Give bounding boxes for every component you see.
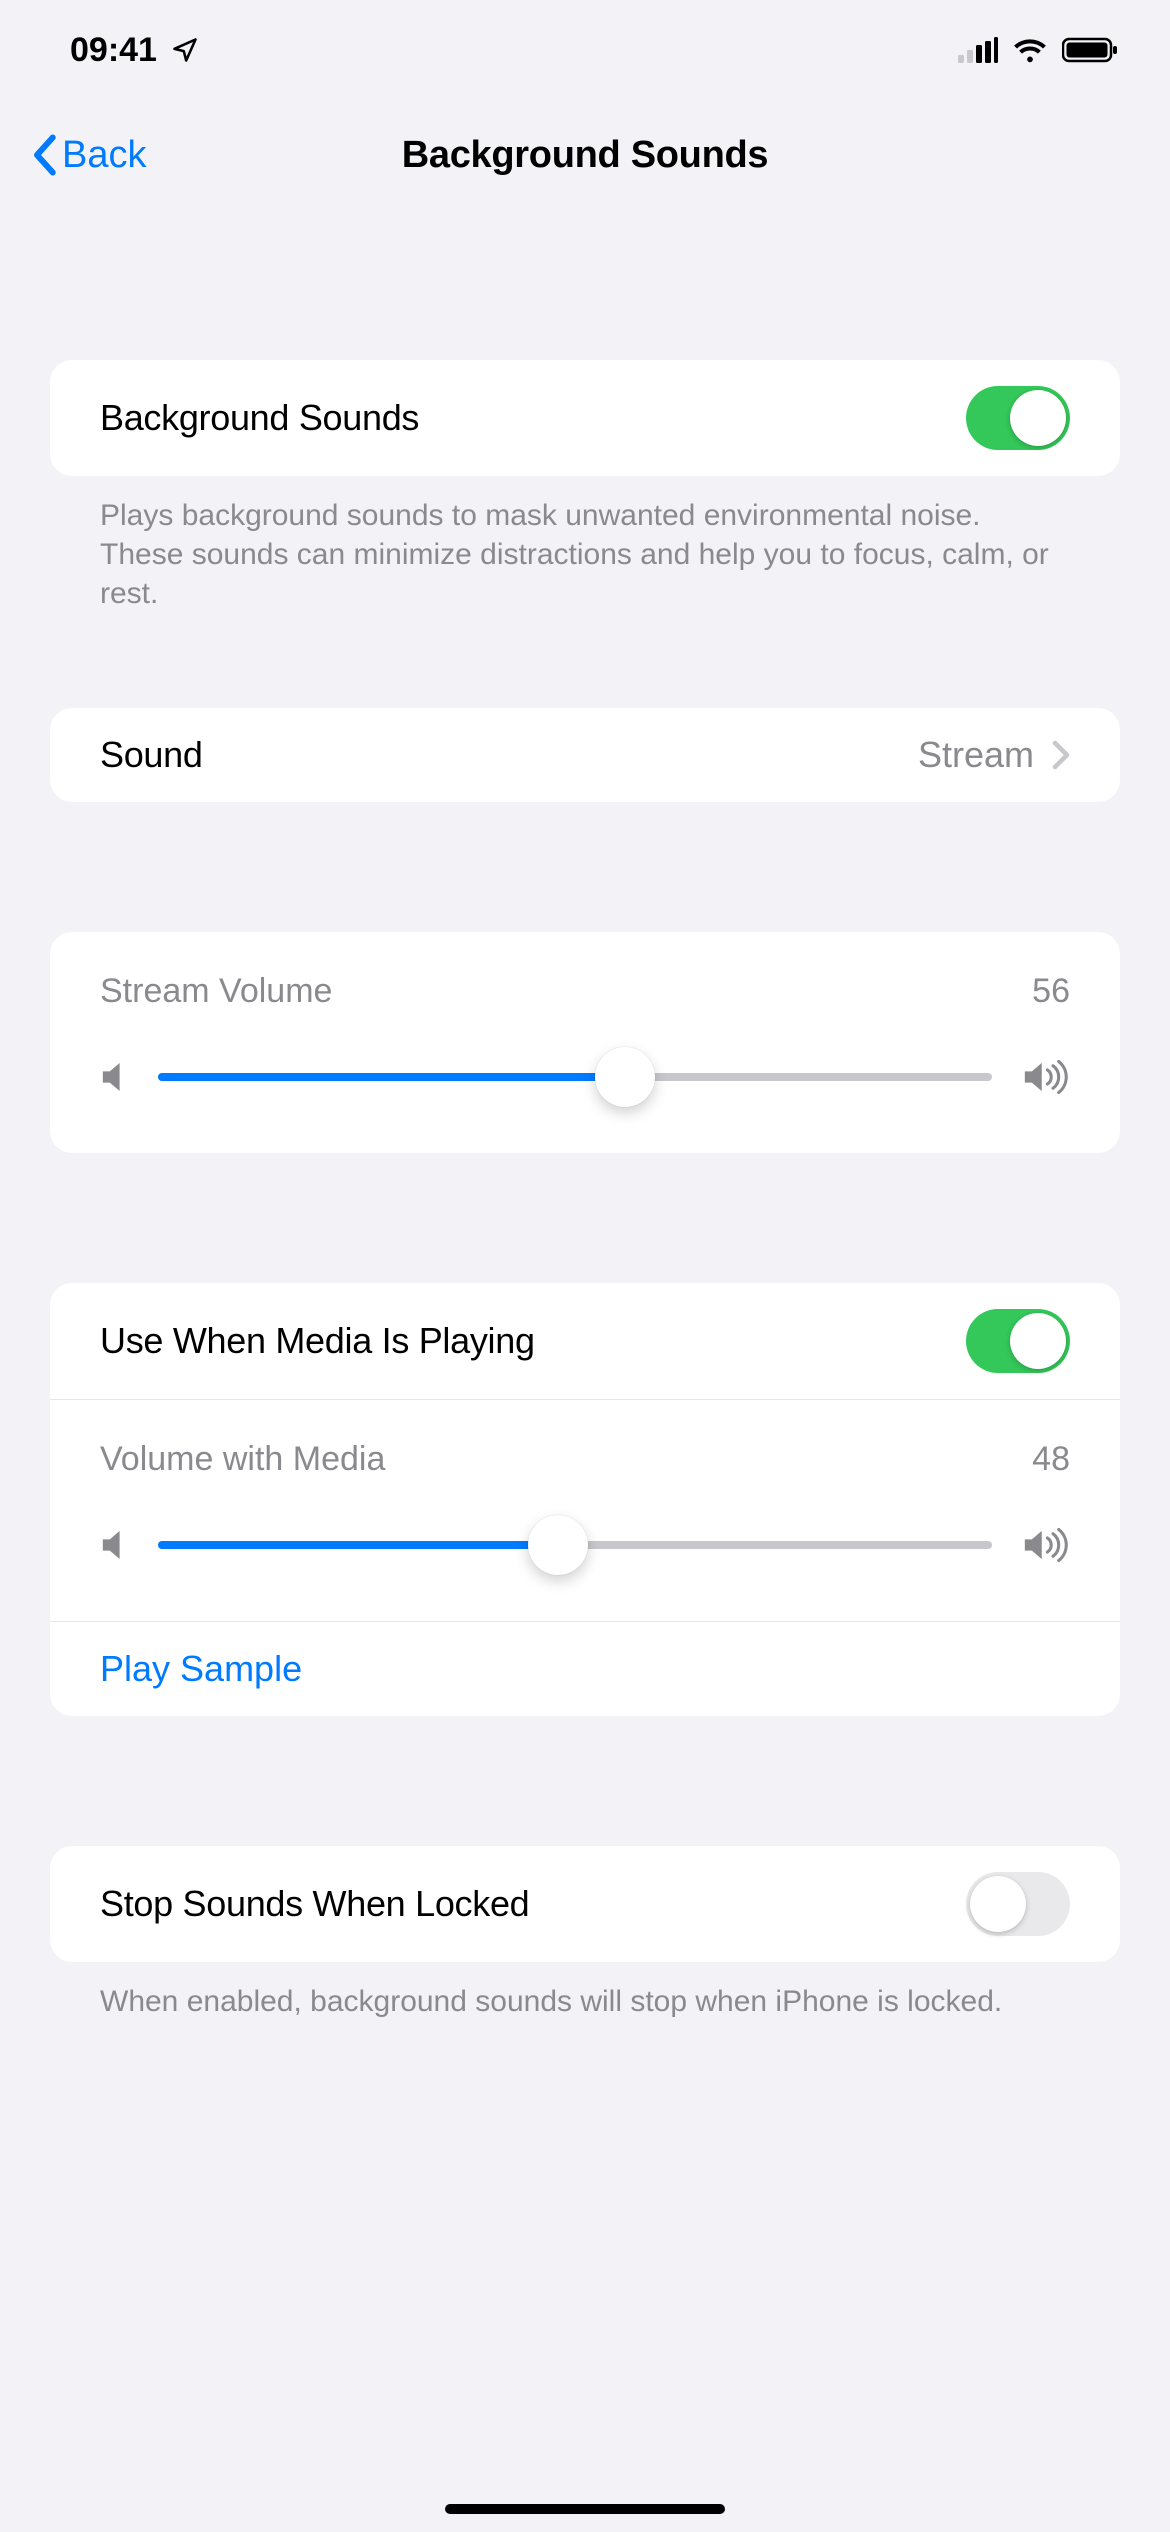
- row-play-sample[interactable]: Play Sample: [50, 1621, 1120, 1716]
- status-bar: 09:41: [0, 0, 1170, 100]
- row-label: Sound: [100, 734, 203, 776]
- sound-value: Stream: [918, 734, 1034, 776]
- volume-with-media-value: 48: [1032, 1440, 1070, 1479]
- group-stream-volume: Stream Volume 56: [50, 932, 1120, 1153]
- stream-volume-value: 56: [1032, 972, 1070, 1011]
- home-indicator[interactable]: [445, 2504, 725, 2514]
- row-stop-when-locked: Stop Sounds When Locked: [50, 1846, 1120, 1962]
- play-sample-label: Play Sample: [100, 1648, 302, 1690]
- volume-max-icon: [1022, 1527, 1070, 1563]
- row-label: Use When Media Is Playing: [100, 1320, 535, 1362]
- row-label: Stop Sounds When Locked: [100, 1883, 529, 1925]
- volume-with-media-label: Volume with Media: [100, 1440, 385, 1479]
- volume-min-icon: [100, 1060, 128, 1094]
- status-time: 09:41: [70, 31, 157, 70]
- volume-with-media-slider[interactable]: [158, 1515, 992, 1575]
- row-background-sounds-toggle: Background Sounds: [50, 360, 1120, 476]
- row-use-when-media-playing: Use When Media Is Playing: [50, 1283, 1120, 1399]
- cellular-signal-icon: [958, 37, 998, 63]
- page-title: Background Sounds: [402, 134, 768, 177]
- stream-volume-block: Stream Volume 56: [50, 932, 1120, 1153]
- group-stop-when-locked: Stop Sounds When Locked: [50, 1846, 1120, 1962]
- group-enable: Background Sounds: [50, 360, 1120, 476]
- row-label: Background Sounds: [100, 397, 419, 439]
- nav-header: Back Background Sounds: [0, 100, 1170, 210]
- stream-volume-label: Stream Volume: [100, 972, 332, 1011]
- location-arrow-icon: [171, 36, 199, 64]
- use-when-media-playing-toggle[interactable]: [966, 1309, 1070, 1373]
- volume-max-icon: [1022, 1059, 1070, 1095]
- back-button[interactable]: Back: [30, 134, 146, 177]
- chevron-right-icon: [1052, 740, 1070, 770]
- stream-volume-slider[interactable]: [158, 1047, 992, 1107]
- battery-icon: [1062, 37, 1120, 63]
- back-label: Back: [62, 134, 146, 177]
- background-sounds-toggle[interactable]: [966, 386, 1070, 450]
- group-media: Use When Media Is Playing Volume with Me…: [50, 1283, 1120, 1716]
- group-sound: Sound Stream: [50, 708, 1120, 802]
- stop-when-locked-toggle[interactable]: [966, 1872, 1070, 1936]
- chevron-left-icon: [30, 134, 58, 176]
- volume-min-icon: [100, 1528, 128, 1562]
- wifi-icon: [1012, 37, 1048, 63]
- group-enable-footer: Plays background sounds to mask unwanted…: [100, 496, 1070, 613]
- volume-with-media-block: Volume with Media 48: [50, 1399, 1120, 1621]
- row-sound[interactable]: Sound Stream: [50, 708, 1120, 802]
- group-stop-when-locked-footer: When enabled, background sounds will sto…: [100, 1982, 1070, 2021]
